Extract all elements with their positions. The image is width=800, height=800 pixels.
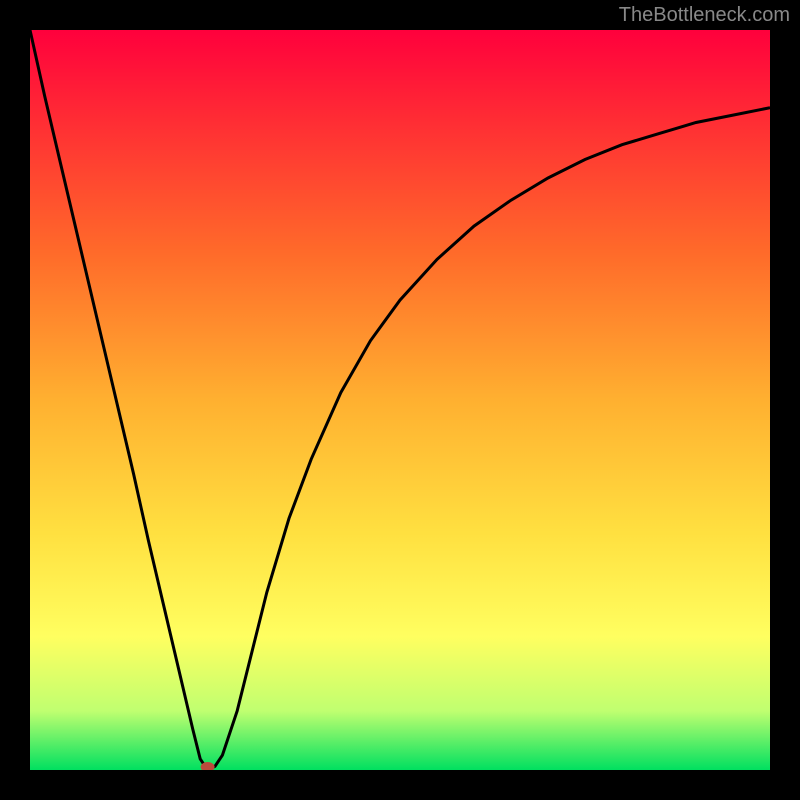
gradient-background <box>30 30 770 770</box>
chart-container: TheBottleneck.com <box>0 0 800 800</box>
attribution-text: TheBottleneck.com <box>619 4 790 27</box>
plot-area <box>30 30 770 770</box>
chart-svg <box>30 30 770 770</box>
